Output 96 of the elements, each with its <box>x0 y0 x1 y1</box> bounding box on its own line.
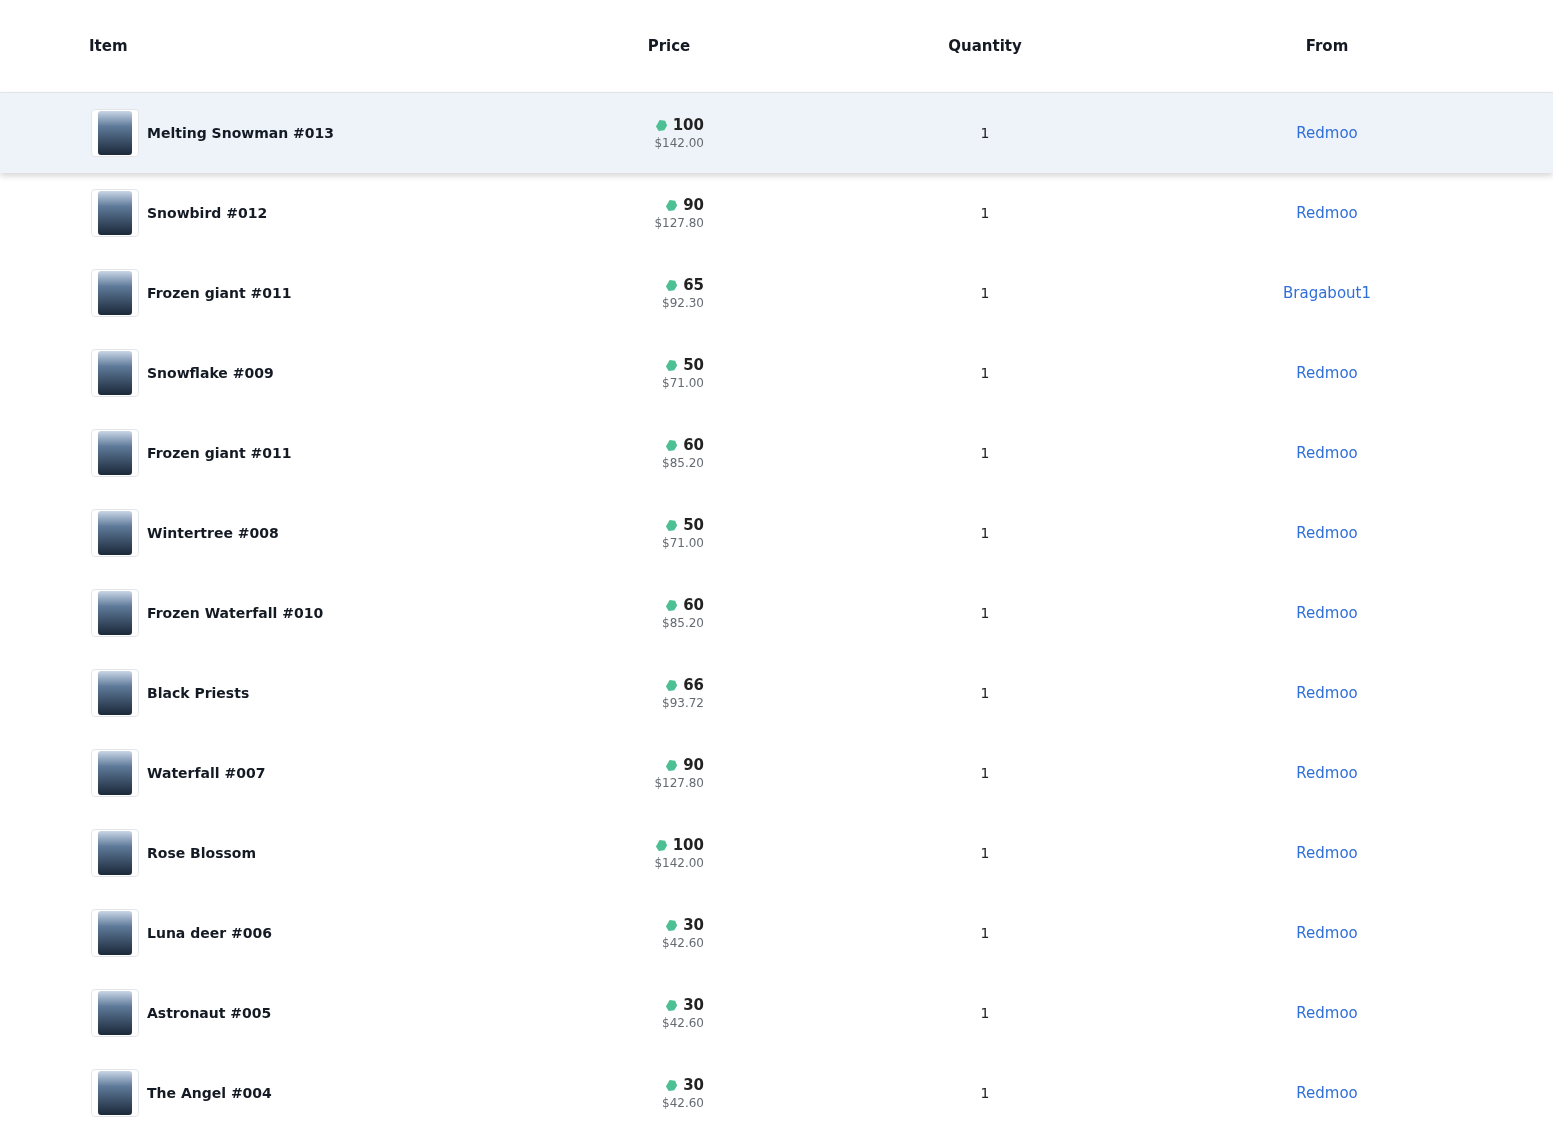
item-name: Rose Blossom <box>147 845 257 861</box>
usd-price: $42.60 <box>662 1016 704 1030</box>
seller-link[interactable]: Redmoo <box>1296 364 1358 382</box>
artwork-placeholder <box>98 351 132 395</box>
seller-link[interactable]: Redmoo <box>1296 924 1358 942</box>
artwork-placeholder <box>98 911 132 955</box>
price-amount: 60 <box>683 596 704 614</box>
column-header: Item <box>89 37 128 55</box>
item-name: Astronaut #005 <box>147 1005 272 1021</box>
quantity-value: 1 <box>980 765 990 781</box>
usd-price: $42.60 <box>662 936 704 950</box>
artwork-placeholder <box>98 991 132 1035</box>
quantity-value: 1 <box>980 605 990 621</box>
item-name: Waterfall #007 <box>147 765 266 781</box>
quantity-value: 1 <box>980 525 990 541</box>
usd-price: $71.00 <box>662 376 704 390</box>
quantity-value: 1 <box>980 445 990 461</box>
item-name: Black Priests <box>147 685 250 701</box>
gem-icon <box>665 918 679 932</box>
price-amount: 100 <box>672 836 704 854</box>
price-amount: 60 <box>683 436 704 454</box>
usd-price: $85.20 <box>662 616 704 630</box>
item-name: Frozen Waterfall #010 <box>147 605 324 621</box>
quantity-value: 1 <box>980 285 990 301</box>
artwork-placeholder <box>98 191 132 235</box>
quantity-value: 1 <box>980 925 990 941</box>
table-row[interactable]: Melting Snowman #013 100 $142.00 1 Redmoo <box>0 93 1553 173</box>
usd-price: $85.20 <box>662 456 704 470</box>
seller-link[interactable]: Redmoo <box>1296 764 1358 782</box>
seller-link[interactable]: Redmoo <box>1296 524 1358 542</box>
seller-link[interactable]: Redmoo <box>1296 204 1358 222</box>
gem-icon <box>654 118 668 132</box>
gem-icon <box>665 438 679 452</box>
quantity-value: 1 <box>980 1005 990 1021</box>
usd-price: $127.80 <box>654 776 704 790</box>
usd-price: $142.00 <box>654 856 704 870</box>
gem-icon <box>654 838 668 852</box>
artwork-placeholder <box>98 271 132 315</box>
price-amount: 90 <box>683 756 704 774</box>
artwork-placeholder <box>98 431 132 475</box>
artwork-placeholder <box>98 831 132 875</box>
artwork-placeholder <box>98 591 132 635</box>
artwork-placeholder <box>98 751 132 795</box>
gem-icon <box>665 998 679 1012</box>
usd-price: $92.30 <box>662 296 704 310</box>
seller-link[interactable]: Redmoo <box>1296 1084 1358 1102</box>
item-name: Frozen giant #011 <box>147 445 292 461</box>
usd-price: $127.80 <box>654 216 704 230</box>
gem-icon <box>665 1078 679 1092</box>
usd-price: $42.60 <box>662 1096 704 1110</box>
gem-icon <box>665 518 679 532</box>
quantity-value: 1 <box>980 1085 990 1101</box>
artwork-placeholder <box>98 1071 132 1115</box>
item-name: Snowflake #009 <box>147 365 274 381</box>
price-amount: 66 <box>683 676 704 694</box>
price-amount: 30 <box>683 1076 704 1094</box>
gem-icon <box>665 198 679 212</box>
price-amount: 100 <box>672 116 704 134</box>
quantity-value: 1 <box>980 205 990 221</box>
price-amount: 30 <box>683 996 704 1014</box>
seller-link[interactable]: Redmoo <box>1296 604 1358 622</box>
price-amount: 90 <box>683 196 704 214</box>
seller-link[interactable]: Redmoo <box>1296 444 1358 462</box>
column-header: From <box>1305 37 1349 55</box>
price-amount: 50 <box>683 356 704 374</box>
quantity-value: 1 <box>980 685 990 701</box>
price-amount: 30 <box>683 916 704 934</box>
artwork-placeholder <box>98 671 132 715</box>
seller-link[interactable]: Redmoo <box>1296 1004 1358 1022</box>
gem-icon <box>665 598 679 612</box>
gem-icon <box>665 758 679 772</box>
item-name: Frozen giant #011 <box>147 285 292 301</box>
gem-icon <box>665 278 679 292</box>
gem-icon <box>665 358 679 372</box>
seller-link[interactable]: Redmoo <box>1296 684 1358 702</box>
seller-link[interactable]: Redmoo <box>1296 124 1358 142</box>
column-header: Quantity <box>948 37 1022 55</box>
item-name: Snowbird #012 <box>147 205 268 221</box>
item-name: Luna deer #006 <box>147 925 272 941</box>
seller-link[interactable]: Redmoo <box>1296 844 1358 862</box>
column-header: Price <box>647 37 691 55</box>
item-name: Wintertree #008 <box>147 525 279 541</box>
quantity-value: 1 <box>980 845 990 861</box>
usd-price: $142.00 <box>654 136 704 150</box>
artwork-placeholder <box>98 111 132 155</box>
price-amount: 50 <box>683 516 704 534</box>
usd-price: $71.00 <box>662 536 704 550</box>
quantity-value: 1 <box>980 365 990 381</box>
usd-price: $93.72 <box>662 696 704 710</box>
item-name: Melting Snowman #013 <box>147 125 334 141</box>
gem-icon <box>665 678 679 692</box>
item-name: The Angel #004 <box>147 1085 272 1101</box>
artwork-placeholder <box>98 511 132 555</box>
price-amount: 65 <box>683 276 704 294</box>
seller-link[interactable]: Bragabout1 <box>1283 284 1371 302</box>
quantity-value: 1 <box>980 125 990 141</box>
